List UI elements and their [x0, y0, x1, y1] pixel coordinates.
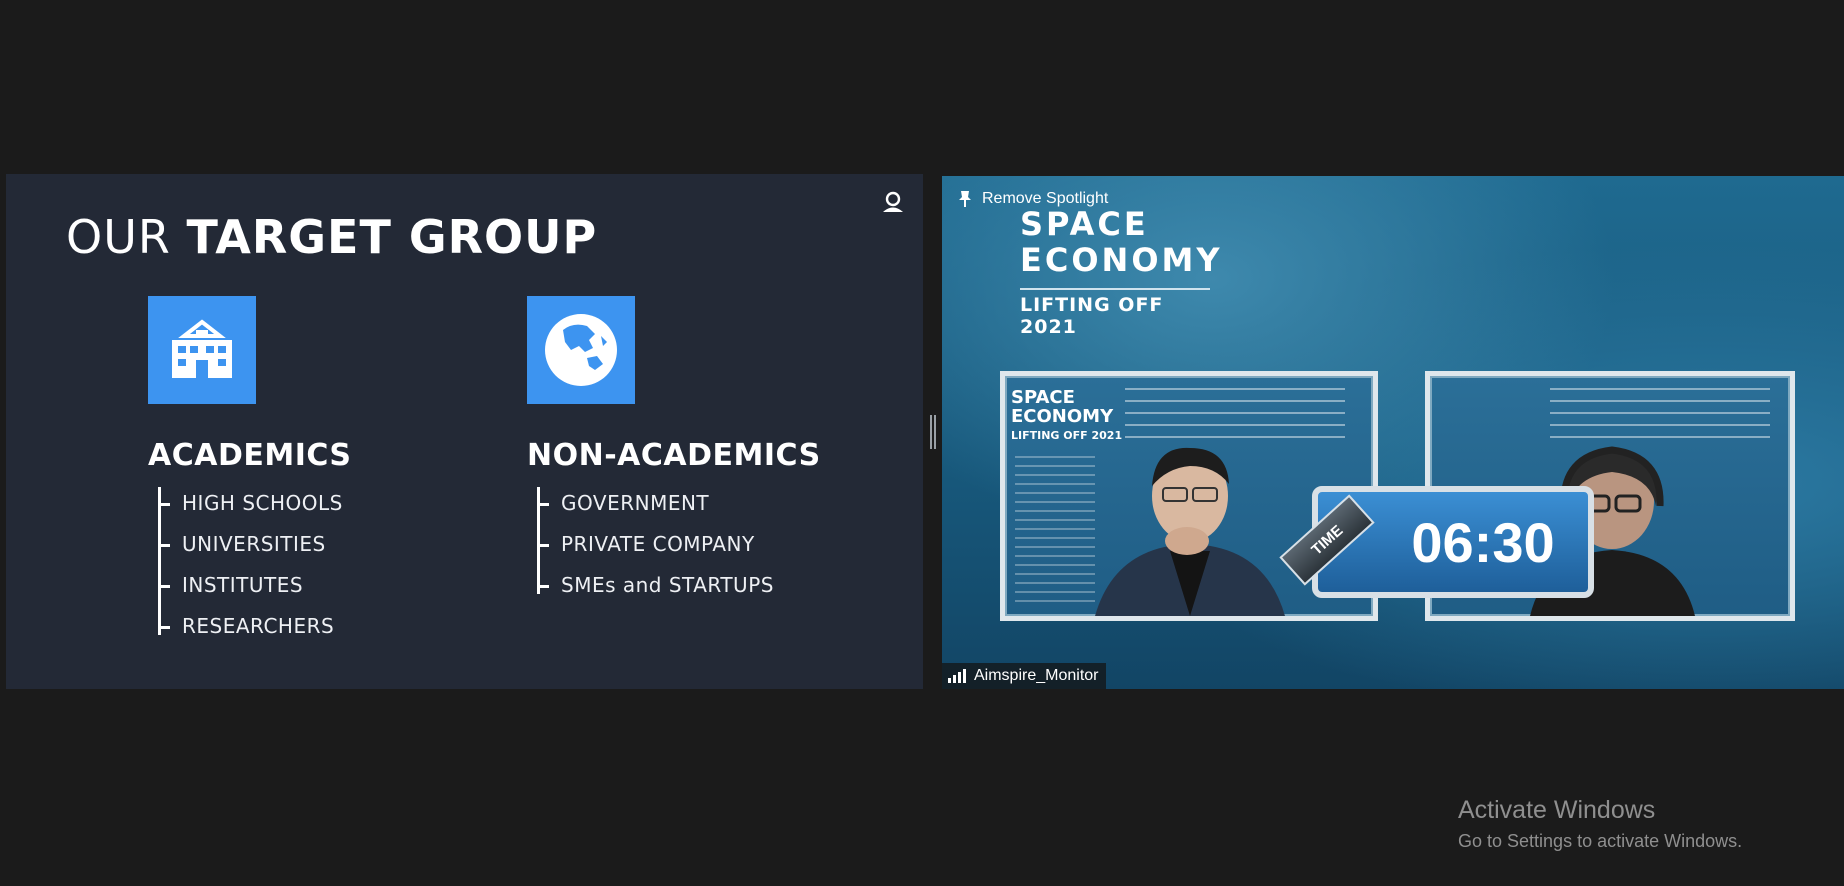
list-item: UNIVERSITIES [158, 524, 352, 565]
list-item: SMEs and STARTUPS [537, 565, 821, 606]
signal-strength-icon [948, 669, 966, 683]
group-heading-non-academics: NON-ACADEMICS [527, 438, 821, 473]
split-resize-handle[interactable] [930, 415, 936, 449]
non-academics-list: GOVERNMENT PRIVATE COMPANY SMEs and STAR… [537, 483, 821, 606]
speaker-person [1095, 447, 1285, 616]
slide-title: OUR TARGET GROUP [66, 210, 597, 264]
participant-name-tag: Aimspire_Monitor [942, 663, 1107, 689]
list-item: RESEARCHERS [158, 606, 352, 647]
globe-icon [527, 296, 635, 404]
list-item: HIGH SCHOOLS [158, 483, 352, 524]
group-academics: ACADEMICS HIGH SCHOOLS UNIVERSITIES INST… [148, 296, 352, 647]
timer-value: 06:30 [1411, 510, 1555, 574]
group-heading-academics: ACADEMICS [148, 438, 352, 473]
cam-logo-line1: SPACE [1011, 387, 1075, 408]
academics-list: HIGH SCHOOLS UNIVERSITIES INSTITUTES RES… [158, 483, 352, 647]
event-logo-line3: LIFTING OFF 2021 [1020, 288, 1210, 338]
windows-activation-watermark: Activate Windows Go to Settings to activ… [1458, 796, 1742, 852]
event-logo: SPACE ECONOMY LIFTING OFF 2021 [1020, 206, 1223, 338]
school-building-icon [148, 296, 256, 404]
watermark-subtitle: Go to Settings to activate Windows. [1458, 831, 1743, 851]
event-logo-line1: SPACE [1020, 205, 1149, 243]
pin-icon [959, 191, 971, 207]
list-item: GOVERNMENT [537, 483, 821, 524]
slide-title-light: OUR [66, 210, 187, 264]
watermark-title: Activate Windows [1458, 796, 1656, 824]
cam-logo-line2: ECONOMY [1011, 406, 1114, 427]
group-non-academics: NON-ACADEMICS GOVERNMENT PRIVATE COMPANY… [527, 296, 821, 606]
shared-slide: OUR TARGET GROUP ACADEMICS HIGH SCHOOLS … [6, 174, 923, 689]
slide-title-bold: TARGET GROUP [186, 210, 598, 264]
user-avatar-icon[interactable] [880, 190, 906, 216]
list-item: INSTITUTES [158, 565, 352, 606]
spotlight-video-tile[interactable]: Remove Spotlight SPACE ECONOMY LIFTING O… [942, 176, 1844, 689]
event-logo-line2: ECONOMY [1020, 241, 1223, 279]
list-item: PRIVATE COMPANY [537, 524, 821, 565]
participant-name: Aimspire_Monitor [974, 667, 1099, 684]
